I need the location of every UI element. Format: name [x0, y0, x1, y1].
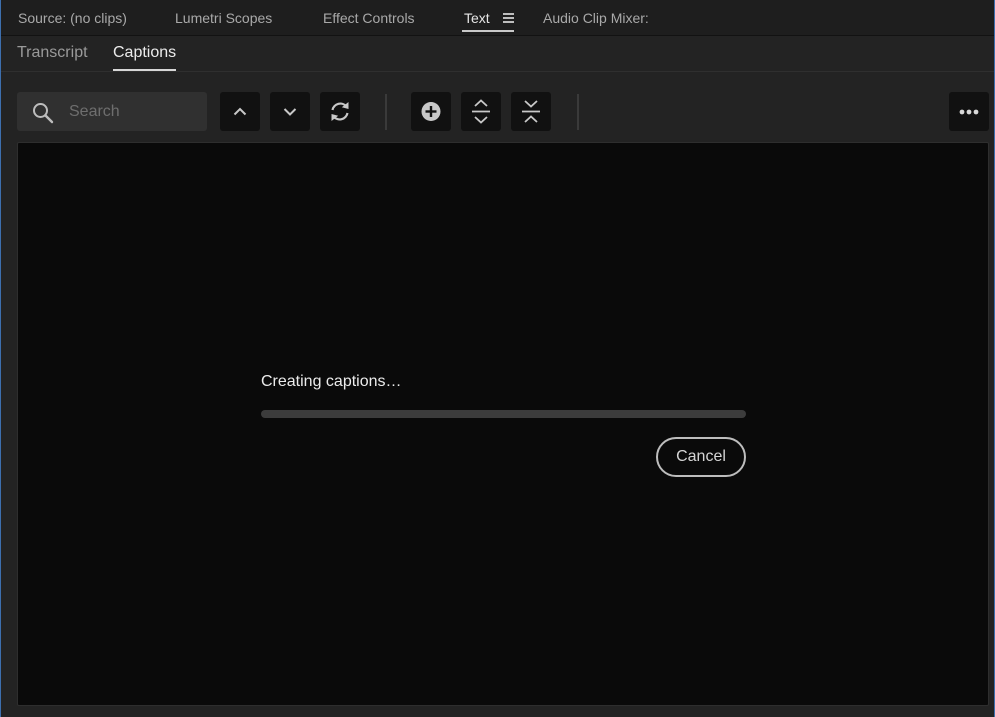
merge-caption-icon	[522, 100, 540, 123]
chevron-up-icon	[233, 107, 247, 116]
cancel-button[interactable]: Cancel	[656, 437, 746, 477]
search-input[interactable]	[69, 92, 199, 131]
tab-captions[interactable]: Captions	[113, 36, 177, 72]
add-caption-button[interactable]	[411, 92, 451, 131]
refresh-icon	[331, 102, 349, 121]
progress-status-text: Creating captions…	[261, 373, 402, 390]
progress-bar	[261, 410, 746, 418]
search-box[interactable]	[17, 92, 207, 131]
tab-effect-controls[interactable]: Effect Controls	[323, 0, 415, 36]
more-options-button[interactable]	[949, 92, 989, 131]
hamburger-menu-icon[interactable]	[503, 12, 514, 23]
add-circle-icon	[421, 102, 441, 121]
tab-text-label: Text	[464, 10, 490, 26]
next-caption-button[interactable]	[270, 92, 310, 131]
merge-caption-button[interactable]	[511, 92, 551, 131]
tab-source[interactable]: Source: (no clips)	[18, 0, 127, 36]
previous-caption-button[interactable]	[220, 92, 260, 131]
search-icon	[33, 103, 54, 124]
active-subtab-indicator	[113, 69, 177, 71]
tab-text[interactable]: Text	[462, 0, 514, 36]
caption-subtab-bar: Transcript Captions	[1, 36, 994, 72]
toolbar-divider	[577, 94, 579, 130]
split-caption-icon	[472, 99, 490, 124]
captions-panel: Source: (no clips) Lumetri Scopes Effect…	[0, 0, 995, 717]
captions-content-area: Creating captions… Cancel	[17, 142, 989, 706]
tab-lumetri-scopes[interactable]: Lumetri Scopes	[175, 0, 272, 36]
active-tab-indicator	[462, 30, 514, 32]
toolbar-divider	[385, 94, 387, 130]
refresh-button[interactable]	[320, 92, 360, 131]
panel-tab-bar: Source: (no clips) Lumetri Scopes Effect…	[1, 0, 994, 36]
tab-captions-label: Captions	[113, 44, 177, 61]
split-caption-button[interactable]	[461, 92, 501, 131]
chevron-down-icon	[283, 108, 297, 116]
more-options-icon	[959, 109, 979, 115]
tab-transcript[interactable]: Transcript	[17, 36, 88, 72]
tab-audio-clip-mixer[interactable]: Audio Clip Mixer:	[543, 0, 649, 36]
